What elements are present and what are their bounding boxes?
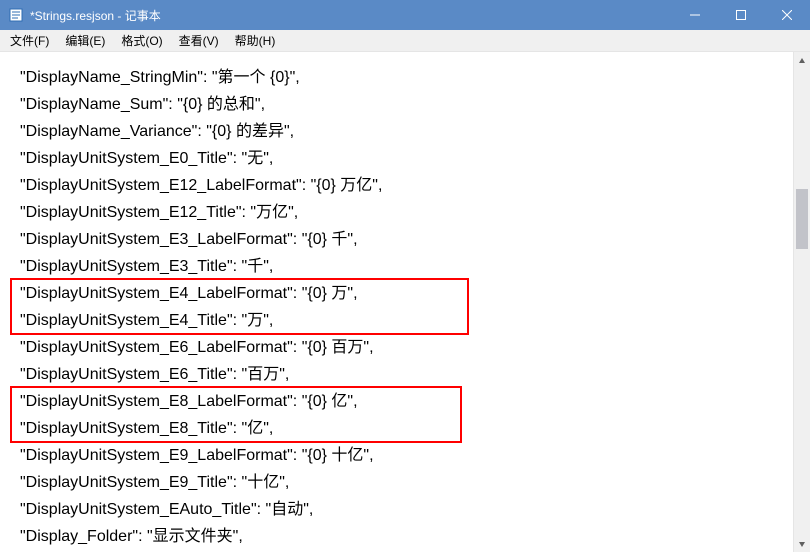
text-line: "DisplayUnitSystem_E0_Title": "无", bbox=[0, 145, 810, 172]
scroll-up-button[interactable] bbox=[794, 52, 810, 69]
text-area[interactable]: "DisplayName_StringMin": "第一个 {0}", "Dis… bbox=[0, 52, 810, 550]
text-line: "DisplayName_Variance": "{0} 的差异", bbox=[0, 118, 810, 145]
minimize-button[interactable] bbox=[672, 0, 718, 30]
text-line: "DisplayUnitSystem_E4_LabelFormat": "{0}… bbox=[0, 280, 810, 307]
text-line: "DisplayUnitSystem_E9_Title": "十亿", bbox=[0, 469, 810, 496]
scroll-down-button[interactable] bbox=[794, 535, 810, 552]
menu-view[interactable]: 查看(V) bbox=[171, 30, 227, 51]
window-controls bbox=[672, 0, 810, 30]
text-line: "DisplayUnitSystem_EAuto_Title": "自动", bbox=[0, 496, 810, 523]
text-line: "DisplayUnitSystem_E6_LabelFormat": "{0}… bbox=[0, 334, 810, 361]
text-line: "Display_Folder": "显示文件夹", bbox=[0, 523, 810, 550]
notepad-icon bbox=[8, 7, 24, 23]
text-line: "DisplayName_StringMin": "第一个 {0}", bbox=[0, 64, 810, 91]
menu-help[interactable]: 帮助(H) bbox=[227, 30, 284, 51]
scroll-track[interactable] bbox=[794, 69, 810, 535]
text-line: "DisplayUnitSystem_E8_Title": "亿", bbox=[0, 415, 810, 442]
titlebar: *Strings.resjson - 记事本 bbox=[0, 0, 810, 30]
text-line: "DisplayUnitSystem_E3_Title": "千", bbox=[0, 253, 810, 280]
menu-file[interactable]: 文件(F) bbox=[2, 30, 57, 51]
menu-edit[interactable]: 编辑(E) bbox=[57, 30, 113, 51]
close-button[interactable] bbox=[764, 0, 810, 30]
text-line: "DisplayUnitSystem_E12_Title": "万亿", bbox=[0, 199, 810, 226]
maximize-button[interactable] bbox=[718, 0, 764, 30]
vertical-scrollbar[interactable] bbox=[793, 52, 810, 552]
text-line: "DisplayUnitSystem_E6_Title": "百万", bbox=[0, 361, 810, 388]
text-line: "DisplayUnitSystem_E9_LabelFormat": "{0}… bbox=[0, 442, 810, 469]
menu-format[interactable]: 格式(O) bbox=[113, 30, 170, 51]
scroll-thumb[interactable] bbox=[796, 189, 808, 249]
menubar: 文件(F) 编辑(E) 格式(O) 查看(V) 帮助(H) bbox=[0, 30, 810, 52]
text-line: "DisplayUnitSystem_E4_Title": "万", bbox=[0, 307, 810, 334]
text-line: "DisplayUnitSystem_E8_LabelFormat": "{0}… bbox=[0, 388, 810, 415]
text-line: "DisplayName_Sum": "{0} 的总和", bbox=[0, 91, 810, 118]
text-line: "DisplayUnitSystem_E3_LabelFormat": "{0}… bbox=[0, 226, 810, 253]
text-line: "DisplayUnitSystem_E12_LabelFormat": "{0… bbox=[0, 172, 810, 199]
window-title: *Strings.resjson - 记事本 bbox=[30, 7, 672, 24]
